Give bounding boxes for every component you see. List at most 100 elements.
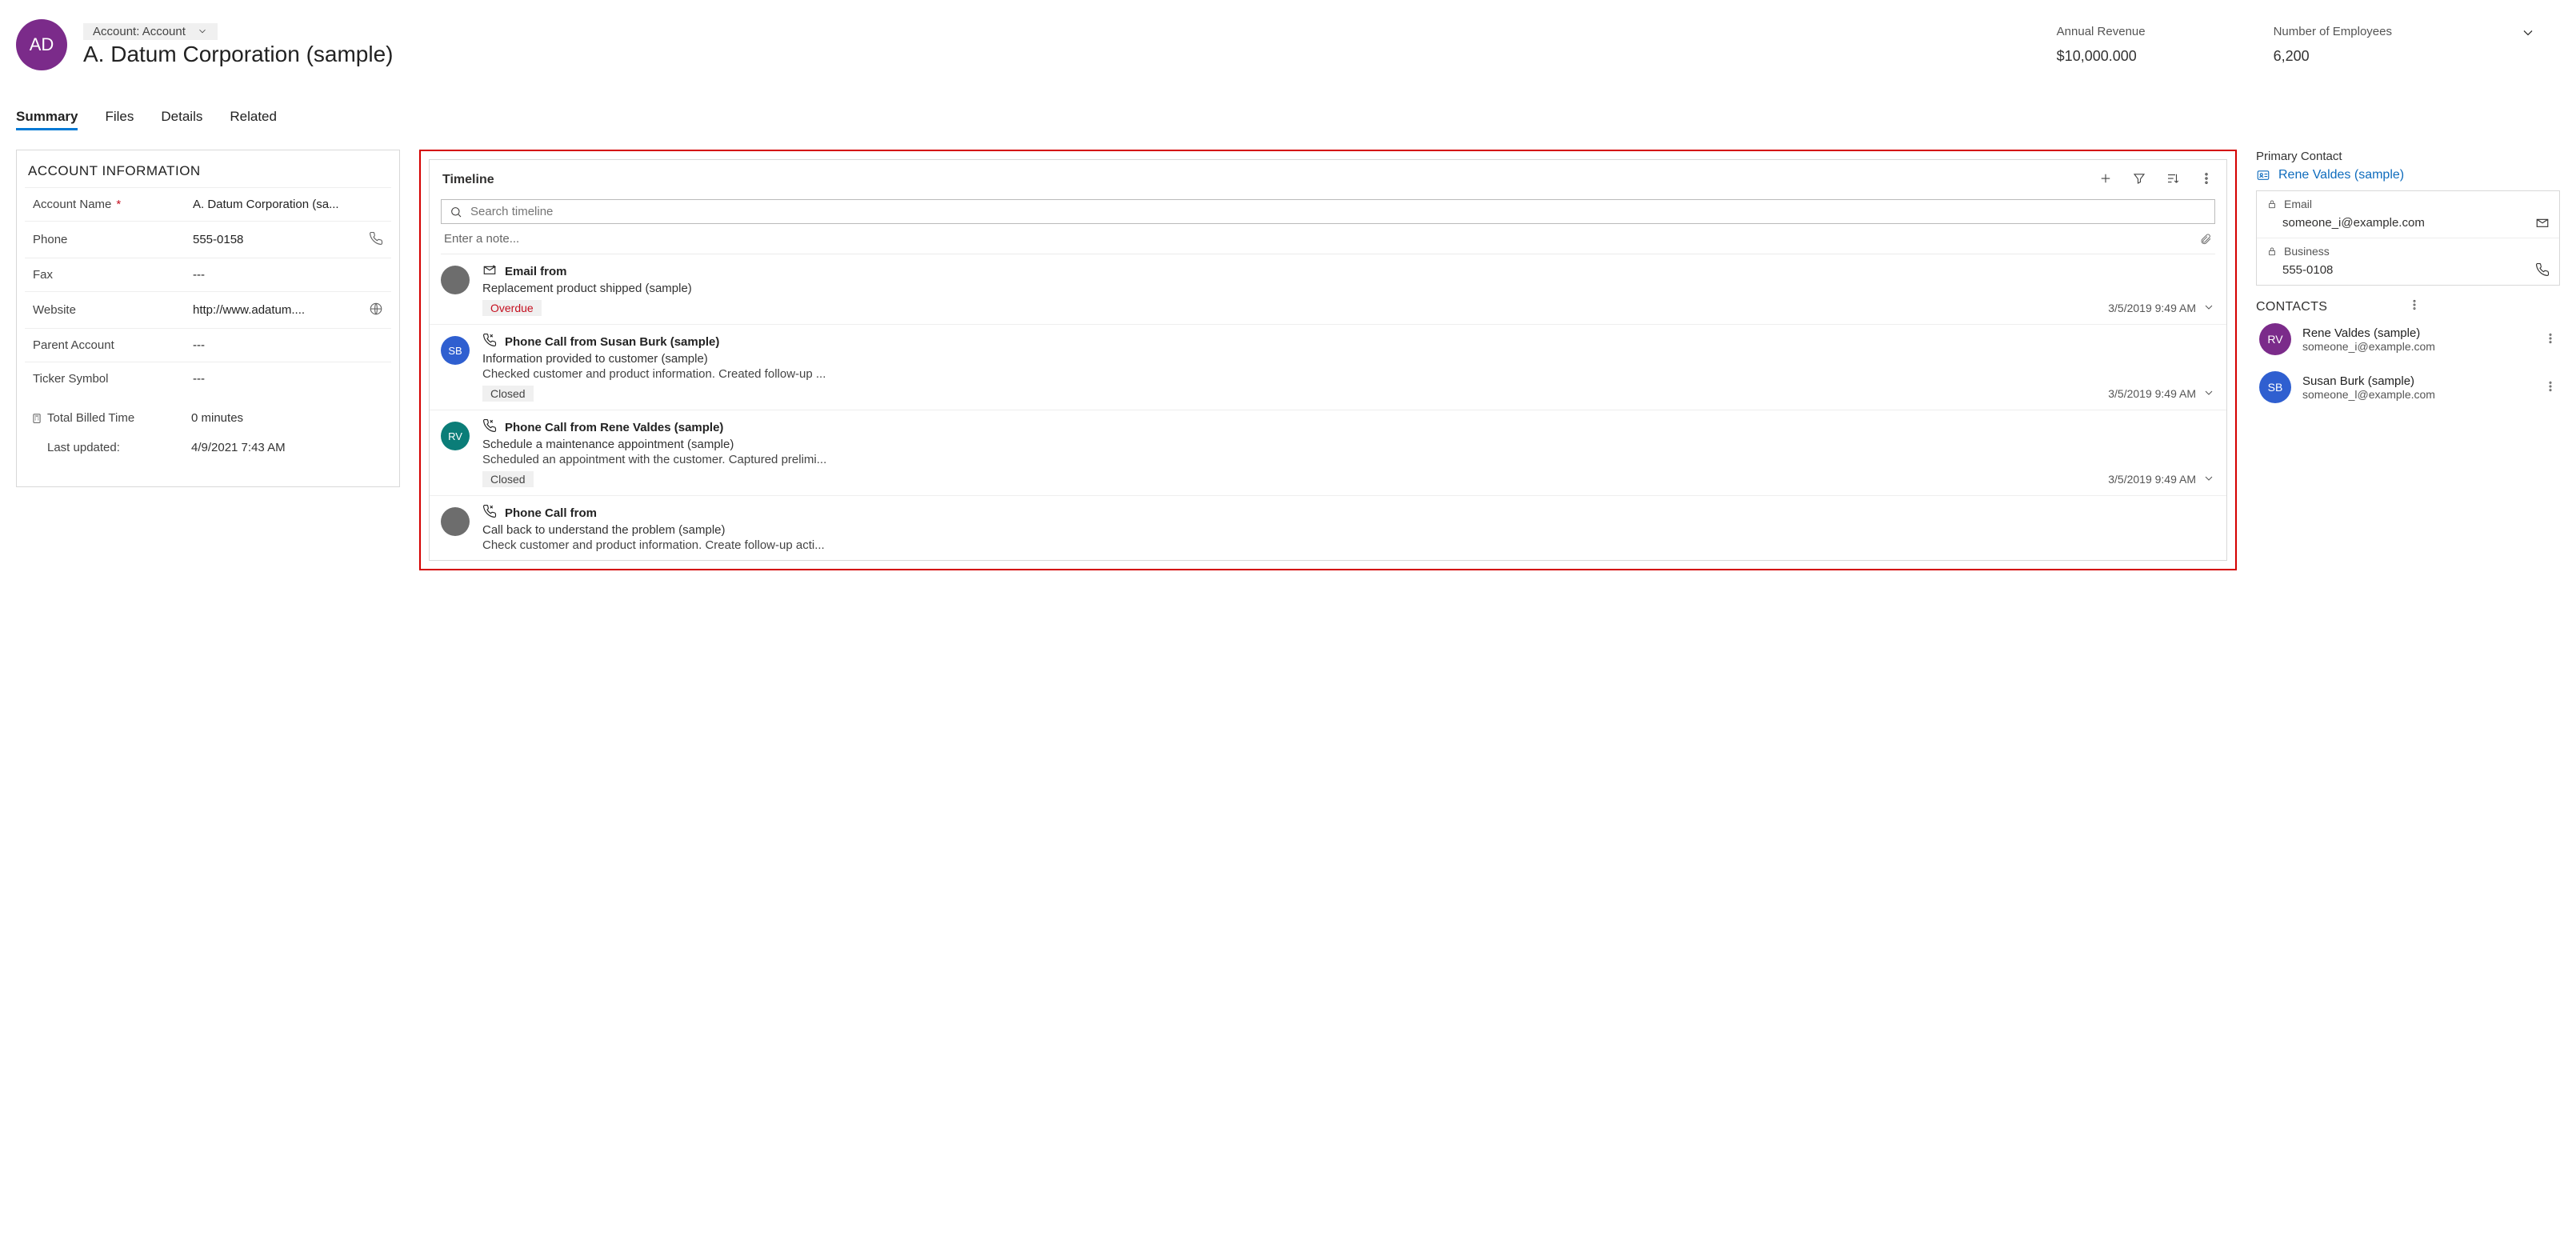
entity-type-label: Account: Account — [93, 25, 186, 38]
field-fax[interactable]: Fax --- — [25, 258, 391, 291]
stat-value-revenue: $10,000.000 — [2057, 48, 2146, 65]
activity-status-badge: Closed — [482, 471, 534, 487]
phone-icon[interactable] — [2535, 262, 2550, 277]
last-updated-label: Last updated: — [47, 441, 120, 454]
contact-more-button[interactable] — [2544, 332, 2557, 347]
contact-more-button[interactable] — [2544, 380, 2557, 395]
pc-business-row[interactable]: 555-0108 — [2257, 258, 2559, 285]
attachment-icon[interactable] — [2199, 233, 2212, 246]
activity-timestamp: 3/5/2019 9:49 AM — [2108, 301, 2215, 316]
field-value: 555-0158 — [193, 233, 369, 246]
timeline-search[interactable] — [441, 199, 2215, 224]
timeline-more-button[interactable] — [2199, 171, 2214, 188]
page-header: AD Account: Account A. Datum Corporation… — [16, 19, 2560, 70]
mail-icon[interactable] — [2535, 215, 2550, 230]
field-value: A. Datum Corporation (sa... — [193, 198, 383, 211]
activity-heading: Phone Call from — [505, 506, 597, 520]
mail-icon — [482, 262, 497, 280]
activity-description: Check customer and product information. … — [482, 538, 2215, 552]
contact-email: someone_l@example.com — [2302, 388, 2533, 401]
pc-email-row[interactable]: someone_i@example.com — [2257, 210, 2559, 238]
calculator-icon — [31, 413, 42, 424]
chevron-down-icon[interactable] — [2202, 386, 2215, 402]
pc-business-value: 555-0108 — [2282, 263, 2535, 277]
primary-contact-link[interactable]: Rene Valdes (sample) — [2256, 168, 2560, 190]
activity-subject: Replacement product shipped (sample) — [482, 282, 2215, 295]
entity-type-chip[interactable]: Account: Account — [83, 23, 218, 40]
timeline-item[interactable]: RV Phone Call from Rene Valdes (sample) … — [430, 410, 2226, 496]
chevron-down-icon — [197, 26, 208, 37]
field-parent-account[interactable]: Parent Account --- — [25, 328, 391, 362]
account-info-title: ACCOUNT INFORMATION — [17, 150, 399, 187]
pc-email-value: someone_i@example.com — [2282, 216, 2535, 230]
lock-icon — [2266, 198, 2278, 210]
field-label: Fax — [33, 268, 53, 282]
field-website[interactable]: Website http://www.adatum.... — [25, 291, 391, 328]
timeline-filter-button[interactable] — [2132, 171, 2146, 188]
globe-icon[interactable] — [369, 302, 383, 318]
contact-name: Susan Burk (sample) — [2302, 374, 2533, 388]
pc-email-label: Email — [2284, 198, 2312, 210]
activity-timestamp: 3/5/2019 9:49 AM — [2108, 472, 2215, 487]
activity-subject: Call back to understand the problem (sam… — [482, 523, 2215, 537]
last-updated-value: 4/9/2021 7:43 AM — [191, 441, 286, 454]
activity-heading: Phone Call from Susan Burk (sample) — [505, 335, 719, 349]
field-label: Ticker Symbol — [33, 372, 108, 386]
account-info-card: ACCOUNT INFORMATION Account Name * A. Da… — [16, 150, 400, 487]
contact-item[interactable]: SB Susan Burk (sample) someone_l@example… — [2256, 363, 2560, 411]
activity-subject: Information provided to customer (sample… — [482, 352, 2215, 366]
header-stats: Annual Revenue $10,000.000 Number of Emp… — [2057, 25, 2560, 65]
field-label: Website — [33, 303, 76, 317]
field-ticker-symbol[interactable]: Ticker Symbol --- — [25, 362, 391, 395]
header-expand-button[interactable] — [2520, 25, 2536, 43]
timeline-note-entry[interactable]: Enter a note... — [441, 224, 2215, 254]
contact-avatar: RV — [2259, 323, 2291, 355]
activity-avatar — [441, 266, 470, 294]
field-value: http://www.adatum.... — [193, 303, 369, 317]
tab-details[interactable]: Details — [161, 109, 202, 130]
timeline-sort-button[interactable] — [2166, 171, 2180, 188]
activity-avatar: SB — [441, 336, 470, 365]
required-indicator: * — [116, 198, 121, 211]
primary-contact-title: Primary Contact — [2256, 150, 2560, 168]
timeline-item[interactable]: SB Phone Call from Susan Burk (sample) I… — [430, 325, 2226, 410]
chevron-down-icon[interactable] — [2202, 301, 2215, 316]
field-phone[interactable]: Phone 555-0158 — [25, 221, 391, 258]
stat-label-employees: Number of Employees — [2274, 25, 2392, 38]
tab-files[interactable]: Files — [105, 109, 134, 130]
primary-contact-section: Primary Contact Rene Valdes (sample) Ema… — [2256, 150, 2560, 286]
tab-summary[interactable]: Summary — [16, 109, 78, 130]
timeline-title: Timeline — [442, 173, 2098, 187]
activity-avatar: RV — [441, 422, 470, 450]
timeline-add-button[interactable] — [2098, 171, 2113, 188]
pc-business-label: Business — [2284, 245, 2330, 258]
contacts-section: CONTACTS RV Rene Valdes (sample) someone… — [2256, 298, 2560, 411]
activity-timestamp: 3/5/2019 9:49 AM — [2108, 386, 2215, 402]
chevron-down-icon[interactable] — [2202, 472, 2215, 487]
phone-icon — [482, 333, 497, 350]
contact-item[interactable]: RV Rene Valdes (sample) someone_i@exampl… — [2256, 315, 2560, 363]
total-billed-time: Total Billed Time 0 minutes — [17, 403, 399, 433]
activity-subject: Schedule a maintenance appointment (samp… — [482, 438, 2215, 451]
lock-icon — [2266, 246, 2278, 257]
contact-email: someone_i@example.com — [2302, 340, 2533, 353]
contact-name: Rene Valdes (sample) — [2302, 326, 2533, 340]
timeline-highlight-region: Timeline Enter a note... E — [419, 150, 2237, 570]
contacts-more-button[interactable] — [2408, 298, 2560, 315]
timeline-card: Timeline Enter a note... E — [429, 159, 2227, 561]
field-value: --- — [193, 372, 383, 386]
phone-icon — [482, 418, 497, 436]
timeline-search-input[interactable] — [470, 205, 2206, 218]
search-icon — [450, 206, 462, 218]
field-value: --- — [193, 338, 383, 352]
phone-icon[interactable] — [369, 231, 383, 248]
field-label: Phone — [33, 233, 67, 246]
primary-contact-name: Rene Valdes (sample) — [2278, 168, 2404, 182]
timeline-item[interactable]: Email from Replacement product shipped (… — [430, 254, 2226, 325]
stat-label-revenue: Annual Revenue — [2057, 25, 2146, 38]
billed-time-value: 0 minutes — [191, 411, 243, 425]
field-account-name[interactable]: Account Name * A. Datum Corporation (sa.… — [25, 187, 391, 221]
timeline-item[interactable]: Phone Call from Call back to understand … — [430, 496, 2226, 560]
tab-related[interactable]: Related — [230, 109, 277, 130]
activity-heading: Email from — [505, 265, 567, 278]
